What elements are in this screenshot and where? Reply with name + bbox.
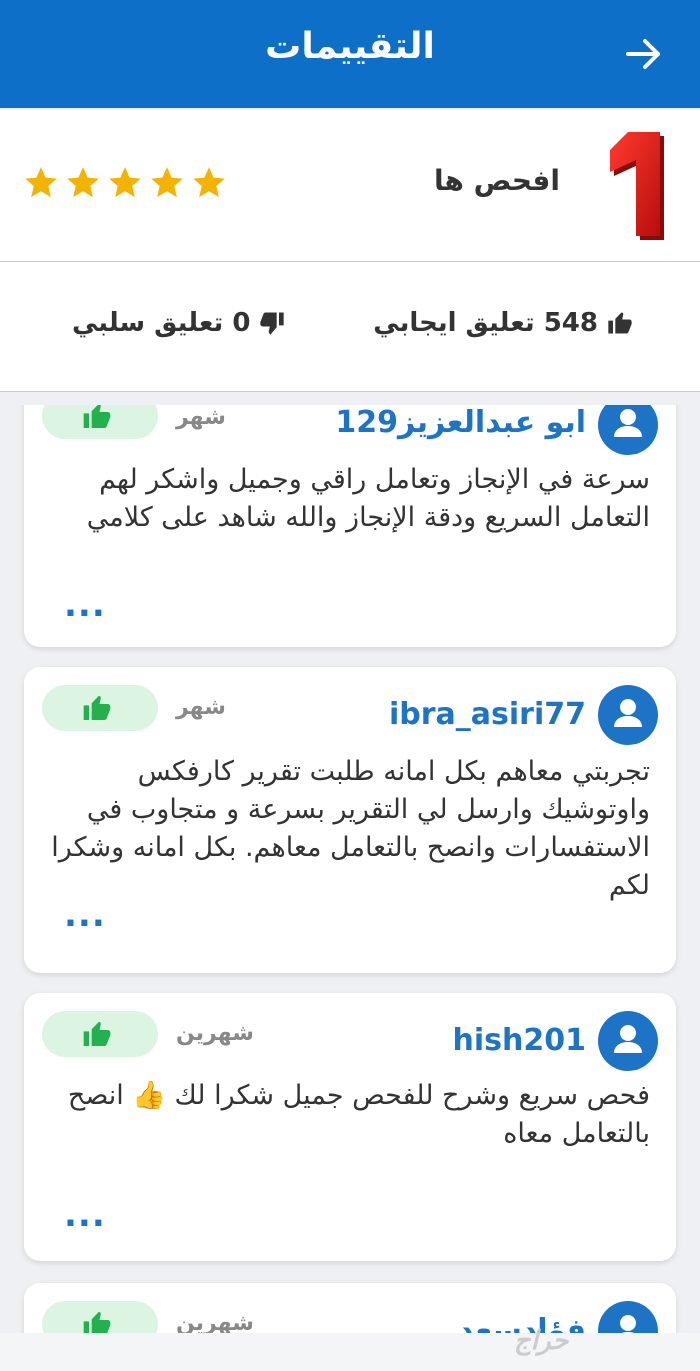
like-button[interactable] [42,1301,158,1333]
back-arrow-icon[interactable] [624,34,664,74]
review-time: شهر [176,695,226,720]
seller-name: افحص ها [434,164,560,197]
star-icon [67,167,99,198]
seller-logo [610,132,664,240]
review-comment: فحص سريع وشرح للفحص جميل شكرا لك 👍 انصح … [67,1080,650,1149]
review-time: شهرين [176,1021,254,1046]
review-comment: سرعة في الإنجاز وتعامل راقي وجميل واشكر … [86,464,650,533]
more-options-button[interactable]: ... [64,588,106,622]
like-button[interactable] [42,405,158,439]
more-options-button[interactable]: ... [64,898,106,932]
like-button[interactable] [42,1011,158,1057]
avatar[interactable] [598,405,658,455]
app-header: التقييمات [0,0,700,108]
like-button[interactable] [42,685,158,731]
user-icon [614,699,642,727]
review-username[interactable]: ibra_asiri77 [389,697,586,732]
positive-count-label: 548 تعليق ايجابي [373,308,598,338]
user-icon [614,409,642,437]
rating-stars [22,164,228,202]
thumbs-up-icon [83,1312,111,1333]
negative-count-label: 0 تعليق سلبي [72,308,251,338]
more-options-button[interactable]: ... [64,1198,106,1232]
avatar[interactable] [598,1011,658,1071]
thumbs-up-icon [83,405,111,428]
review-card: ibra_asiri77 شهر تجربتي معاهم بكل امانه … [24,667,676,973]
star-icon [193,167,225,198]
negative-count[interactable]: 0 تعليق سلبي [72,308,286,338]
thumbs-up-icon [83,1022,111,1046]
avatar[interactable] [598,685,658,745]
thumbs-down-icon [260,312,285,335]
star-icon [151,167,183,198]
review-time: شهر [176,405,226,430]
star-icon [109,167,141,198]
review-username[interactable]: hish201 [453,1023,586,1058]
review-username[interactable]: ابو عبدالعزيز129 [335,405,586,440]
star-icon [25,167,57,198]
reviews-list[interactable]: ابو عبدالعزيز129 شهر سرعة في الإنجاز وتع… [0,405,700,1333]
thumbs-up-icon [83,696,111,720]
thumbs-up-icon [608,312,632,334]
review-card: hish201 شهرين فحص سريع وشرح للفحص جميل ش… [24,993,676,1261]
review-card: ابو عبدالعزيز129 شهر سرعة في الإنجاز وتع… [24,405,676,647]
positive-count[interactable]: 548 تعليق ايجابي [373,308,634,338]
seller-card: افحص ها [0,110,700,262]
page-title: التقييمات [265,26,435,67]
watermark: حراج [514,1326,569,1356]
review-comment: تجربتي معاهم بكل امانه طلبت تقرير كارفكس… [51,756,650,901]
user-icon [614,1025,642,1053]
feedback-counts: 548 تعليق ايجابي 0 تعليق سلبي [0,262,700,392]
review-time: شهرين [176,1311,254,1333]
